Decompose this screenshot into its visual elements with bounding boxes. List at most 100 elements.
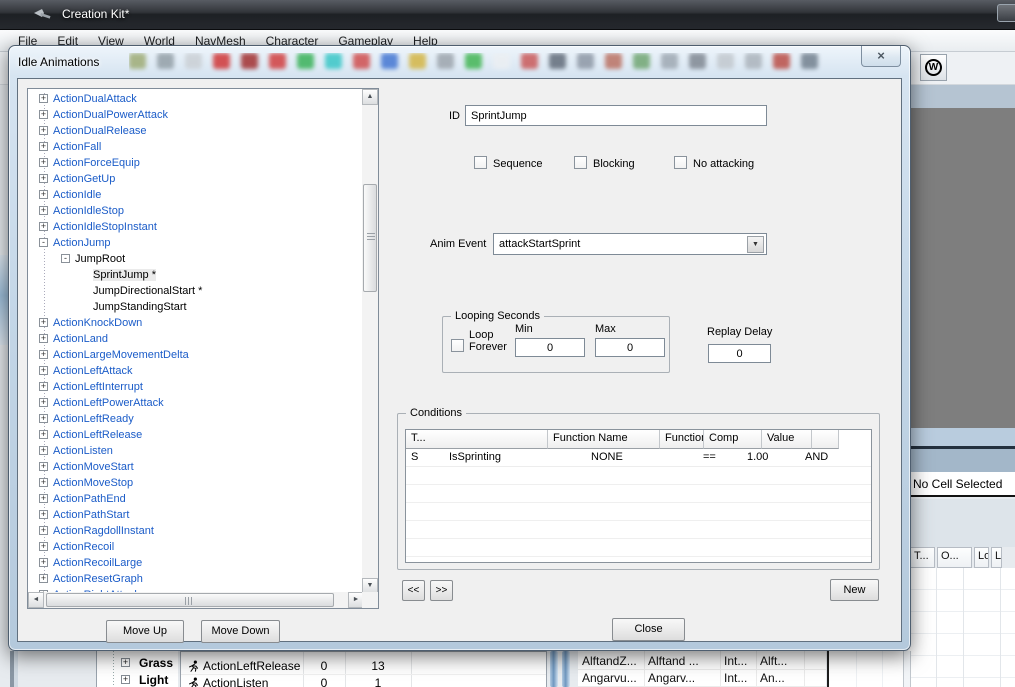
conditions-column-header[interactable]: Comp (704, 430, 762, 449)
scroll-left-icon[interactable]: ◄ (28, 592, 44, 608)
cell-list-row[interactable]: AlftandZ... Alftand ... Int... Alft... (578, 653, 826, 670)
tree-item[interactable]: + ActionGetUp (39, 171, 362, 187)
anim-event-combobox[interactable]: attackStartSprint ▼ (493, 233, 767, 255)
tree-vertical-scrollbar[interactable]: ▲ ▼ (362, 89, 378, 594)
expander-icon[interactable]: + (39, 222, 48, 231)
tree-item[interactable]: + ActionResetGraph (39, 571, 362, 587)
expander-icon[interactable]: + (39, 526, 48, 535)
expander-icon[interactable]: + (39, 366, 48, 375)
expander-icon[interactable]: + (39, 382, 48, 391)
scrollbar-thumb[interactable] (363, 184, 377, 292)
expander-icon[interactable]: + (39, 462, 48, 471)
move-up-button[interactable]: Move Up (106, 620, 184, 643)
blocking-checkbox[interactable] (574, 156, 587, 169)
expander-icon[interactable]: + (39, 398, 48, 407)
expander-icon[interactable]: + (39, 334, 48, 343)
conditions-column-header[interactable]: Function Name (548, 430, 660, 449)
tree-item[interactable]: + ActionLeftPowerAttack (39, 395, 362, 411)
tree-item[interactable]: - ActionJump (39, 235, 362, 251)
tree-item[interactable]: + ActionLand (39, 331, 362, 347)
tree-item[interactable]: - JumpRoot (61, 251, 362, 267)
new-condition-button[interactable]: New (830, 579, 879, 601)
expander-icon[interactable]: + (39, 494, 48, 503)
minimize-button-partial[interactable] (997, 4, 1015, 22)
close-button[interactable]: Close (612, 618, 685, 641)
expander-icon[interactable]: + (39, 558, 48, 567)
tree-item[interactable]: + ActionDualAttack (39, 91, 362, 107)
conditions-column-header[interactable] (833, 430, 839, 449)
expander-icon[interactable]: + (39, 158, 48, 167)
expander-icon[interactable]: + (39, 510, 48, 519)
tree-item[interactable]: + ActionMoveStop (39, 475, 362, 491)
sequence-checkbox[interactable] (474, 156, 487, 169)
tree-horizontal-scrollbar[interactable]: ◄ ► (28, 592, 364, 608)
min-input[interactable] (515, 338, 585, 357)
tree-item[interactable]: + ActionRecoil (39, 539, 362, 555)
object-tree-row[interactable]: + Grass (97, 655, 179, 671)
tree-item[interactable]: + ActionForceEquip (39, 155, 362, 171)
tree-item[interactable]: + ActionMoveStart (39, 459, 362, 475)
toolbar-w-button[interactable]: W (920, 54, 947, 81)
tree-item[interactable]: + ActionListen (39, 443, 362, 459)
expand-icon[interactable]: + (121, 675, 130, 684)
tree-item[interactable]: + ActionIdle (39, 187, 362, 203)
tree-item[interactable]: + ActionPathStart (39, 507, 362, 523)
expander-icon[interactable]: + (39, 206, 48, 215)
expander-icon[interactable]: + (39, 446, 48, 455)
condition-prev-button[interactable]: << (402, 580, 425, 601)
tree-item[interactable]: + ActionLargeMovementDelta (39, 347, 362, 363)
move-down-button[interactable]: Move Down (201, 620, 280, 643)
conditions-column-header[interactable]: Function Info (660, 430, 704, 449)
cell-view-column-header[interactable]: T... (910, 547, 935, 568)
tree-item[interactable]: + ActionRecoilLarge (39, 555, 362, 571)
condition-next-button[interactable]: >> (430, 580, 453, 601)
expander-icon[interactable]: + (39, 542, 48, 551)
tree-item[interactable]: + ActionIdleStop (39, 203, 362, 219)
expander-icon[interactable]: + (39, 350, 48, 359)
tree-item[interactable]: + ActionDualPowerAttack (39, 107, 362, 123)
scroll-up-icon[interactable]: ▲ (362, 89, 378, 105)
tree-item[interactable]: + ActionLeftInterrupt (39, 379, 362, 395)
chevron-down-icon[interactable]: ▼ (747, 236, 764, 253)
tree-item[interactable]: + ActionDualRelease (39, 123, 362, 139)
conditions-column-header[interactable]: Value (762, 430, 812, 449)
expander-icon[interactable]: - (61, 254, 70, 263)
tree-item[interactable]: + ActionRagdollInstant (39, 523, 362, 539)
cell-view-column-header[interactable]: Loc... (974, 547, 989, 568)
tree-item[interactable]: + ActionFall (39, 139, 362, 155)
expander-icon[interactable]: - (39, 238, 48, 247)
loop-forever-checkbox[interactable] (451, 339, 464, 352)
tree-item[interactable]: + ActionLeftReady (39, 411, 362, 427)
expand-icon[interactable]: + (121, 658, 130, 667)
expander-icon[interactable]: + (39, 574, 48, 583)
conditions-column-header[interactable]: T... (406, 430, 548, 449)
expander-icon[interactable]: + (39, 174, 48, 183)
tree-item[interactable]: + ActionPathEnd (39, 491, 362, 507)
animation-list-row[interactable]: ActionLeftRelease 0 13 (181, 658, 546, 675)
animation-list-row[interactable]: ActionListen 0 1 (181, 675, 546, 687)
tree-item[interactable]: SprintJump * (93, 267, 362, 283)
expander-icon[interactable]: + (39, 190, 48, 199)
tree-item[interactable]: + ActionIdleStopInstant (39, 219, 362, 235)
cell-view-column-header[interactable]: O... (937, 547, 972, 568)
tree-item[interactable]: JumpStandingStart (93, 299, 362, 315)
tree-item[interactable]: + ActionLeftAttack (39, 363, 362, 379)
tree-item[interactable]: JumpDirectionalStart * (93, 283, 362, 299)
tree-item[interactable]: + ActionKnockDown (39, 315, 362, 331)
max-input[interactable] (595, 338, 665, 357)
expander-icon[interactable]: + (39, 126, 48, 135)
cell-view-column-header[interactable]: L (991, 547, 1003, 568)
tree-item[interactable]: + ActionLeftRelease (39, 427, 362, 443)
expander-icon[interactable]: + (39, 478, 48, 487)
expander-icon[interactable]: + (39, 94, 48, 103)
expander-icon[interactable]: + (39, 110, 48, 119)
no-attacking-checkbox[interactable] (674, 156, 687, 169)
replay-delay-input[interactable] (708, 344, 771, 363)
expander-icon[interactable]: + (39, 318, 48, 327)
scrollbar-thumb[interactable] (46, 593, 334, 607)
expander-icon[interactable]: + (39, 430, 48, 439)
object-tree-row[interactable]: + Light (97, 672, 179, 687)
expander-icon[interactable]: + (39, 414, 48, 423)
conditions-column-header[interactable] (812, 430, 833, 449)
dialog-close-button[interactable]: × (861, 46, 901, 67)
